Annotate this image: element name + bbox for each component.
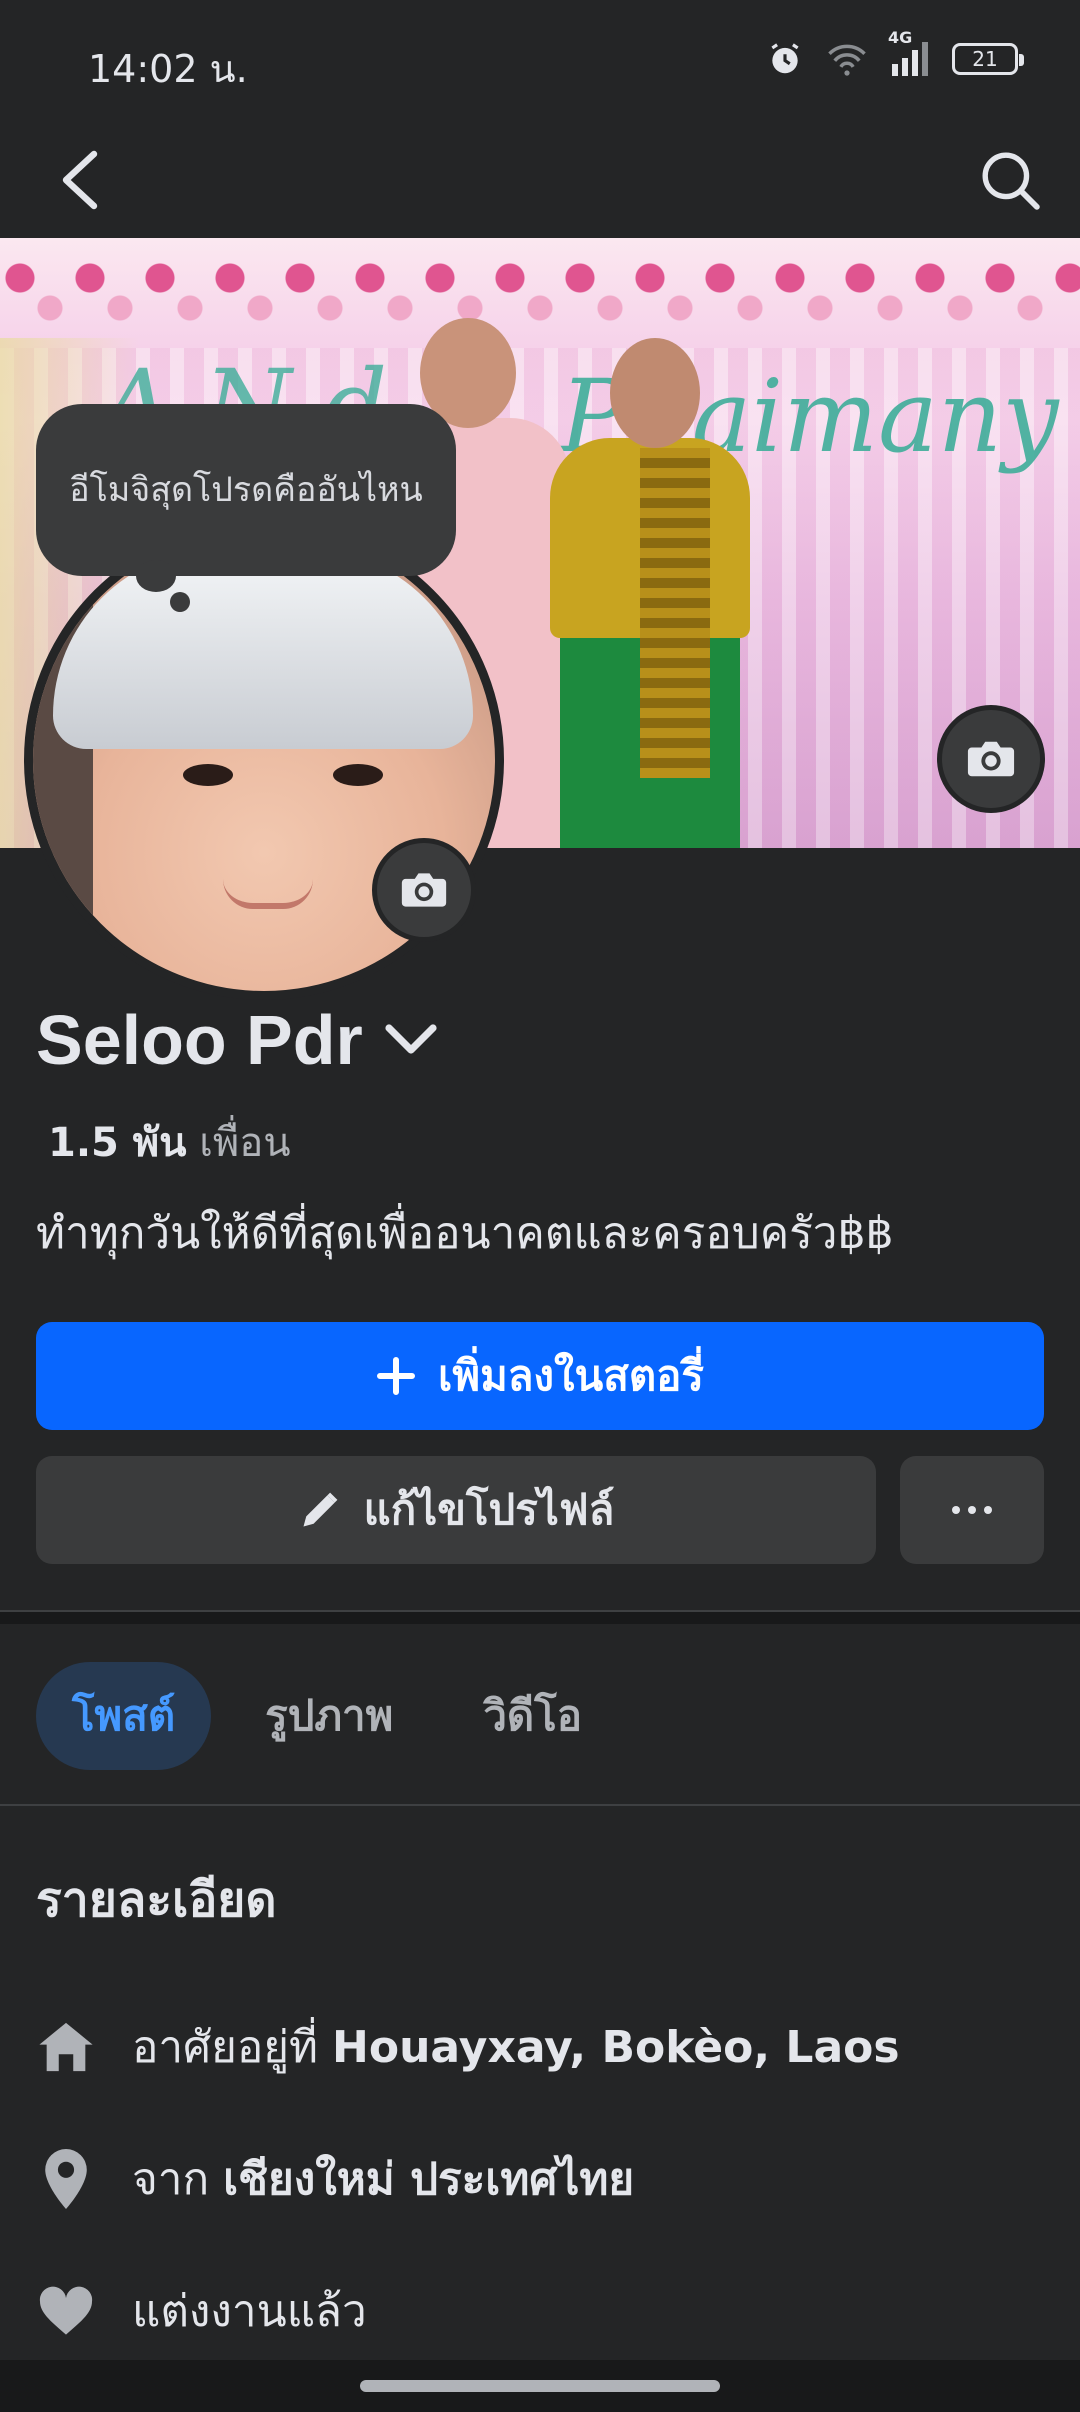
emoji-prompt-bubble[interactable]: อีโมจิสุดโปรดคืออันไหน [36, 404, 456, 576]
profile-name-row[interactable]: Seloo Pdr [36, 1000, 439, 1080]
detail-relationship[interactable]: แต่งงานแล้ว [36, 2276, 367, 2346]
plus-icon [377, 1357, 416, 1395]
avatar-eye-right [333, 764, 383, 786]
camera-icon [401, 873, 447, 907]
more-options-button[interactable] [900, 1456, 1044, 1564]
chevron-down-icon [385, 1024, 437, 1054]
person-head [610, 338, 700, 448]
detail-prefix: อาศัยอยู่ที่ [132, 2022, 333, 2073]
friends-count[interactable]: 1.5 พัน เพื่อน [48, 1110, 291, 1174]
avatar-hat [53, 549, 473, 749]
top-nav [0, 120, 1080, 238]
edit-profile-picture-button[interactable] [372, 838, 476, 942]
heart-icon [36, 2281, 96, 2341]
edit-cover-photo-button[interactable] [937, 705, 1045, 813]
detail-prefix: แต่งงานแล้ว [132, 2286, 367, 2337]
status-icons: 4G 21 [766, 28, 1024, 78]
back-arrow-icon [62, 150, 98, 210]
status-time: 14:02 น. [88, 47, 248, 91]
avatar-mouth [223, 879, 313, 909]
home-indicator[interactable] [360, 2380, 720, 2392]
back-button[interactable] [40, 140, 120, 220]
detail-prefix: จาก [132, 2154, 224, 2205]
avatar-eye-left [183, 764, 233, 786]
detail-from[interactable]: จาก เชียงใหม่ ประเทศไทย [36, 2144, 634, 2214]
detail-text: จาก เชียงใหม่ ประเทศไทย [132, 2144, 634, 2214]
edit-profile-label: แก้ไขโปรไฟล์ [363, 1485, 615, 1534]
detail-text: อาศัยอยู่ที่ Houayxay, Bokèo, Laos [132, 2012, 900, 2082]
status-bar: 14:02 น. 4G 21 [0, 0, 1080, 120]
detail-value: เชียงใหม่ ประเทศไทย [223, 2154, 635, 2205]
friends-label: เพื่อน [199, 1120, 291, 1166]
search-button[interactable] [970, 140, 1050, 220]
bubble-tail-dot-small [170, 592, 190, 612]
cover-person-woman [540, 338, 760, 848]
add-to-story-label: เพิ่มลงในสตอรี่ [438, 1351, 704, 1400]
profile-tabs: โพสต์ รูปภาพ วิดีโอ [36, 1662, 618, 1770]
section-divider [0, 1610, 1080, 1624]
detail-lives-in[interactable]: อาศัยอยู่ที่ Houayxay, Bokèo, Laos [36, 2012, 900, 2082]
detail-text: แต่งงานแล้ว [132, 2276, 367, 2346]
add-to-story-button[interactable]: เพิ่มลงในสตอรี่ [36, 1322, 1044, 1430]
person-sash [640, 448, 710, 778]
home-icon [36, 2017, 96, 2077]
bubble-tail-dot [136, 560, 176, 592]
tab-photos[interactable]: รูปภาพ [229, 1662, 429, 1770]
details-heading: รายละเอียด [36, 1872, 277, 1928]
tabs-divider [0, 1804, 1080, 1806]
detail-value: Houayxay, Bokèo, Laos [332, 2022, 900, 2073]
wifi-icon [826, 41, 868, 77]
edit-profile-button[interactable]: แก้ไขโปรไฟล์ [36, 1456, 876, 1564]
more-dots-icon [952, 1506, 992, 1514]
battery-indicator: 21 [952, 43, 1024, 75]
search-icon [982, 152, 1040, 210]
profile-name: Seloo Pdr [36, 1001, 363, 1079]
bubble-text: อีโมจิสุดโปรดคืออันไหน [69, 470, 423, 510]
tab-videos[interactable]: วิดีโอ [447, 1662, 618, 1770]
signal-icon: 4G [888, 28, 930, 76]
friends-number: 1.5 พัน [48, 1120, 187, 1166]
pencil-icon [303, 1492, 338, 1527]
camera-icon [967, 741, 1015, 777]
tab-posts[interactable]: โพสต์ [36, 1662, 212, 1770]
location-pin-icon [36, 2149, 96, 2209]
network-type: 4G [888, 28, 913, 47]
alarm-icon [766, 40, 804, 78]
avatar-shade [33, 529, 93, 991]
profile-bio: ทำทุกวันให้ดีที่สุดเพื่ออนาคตและครอบครัว… [36, 1208, 894, 1259]
